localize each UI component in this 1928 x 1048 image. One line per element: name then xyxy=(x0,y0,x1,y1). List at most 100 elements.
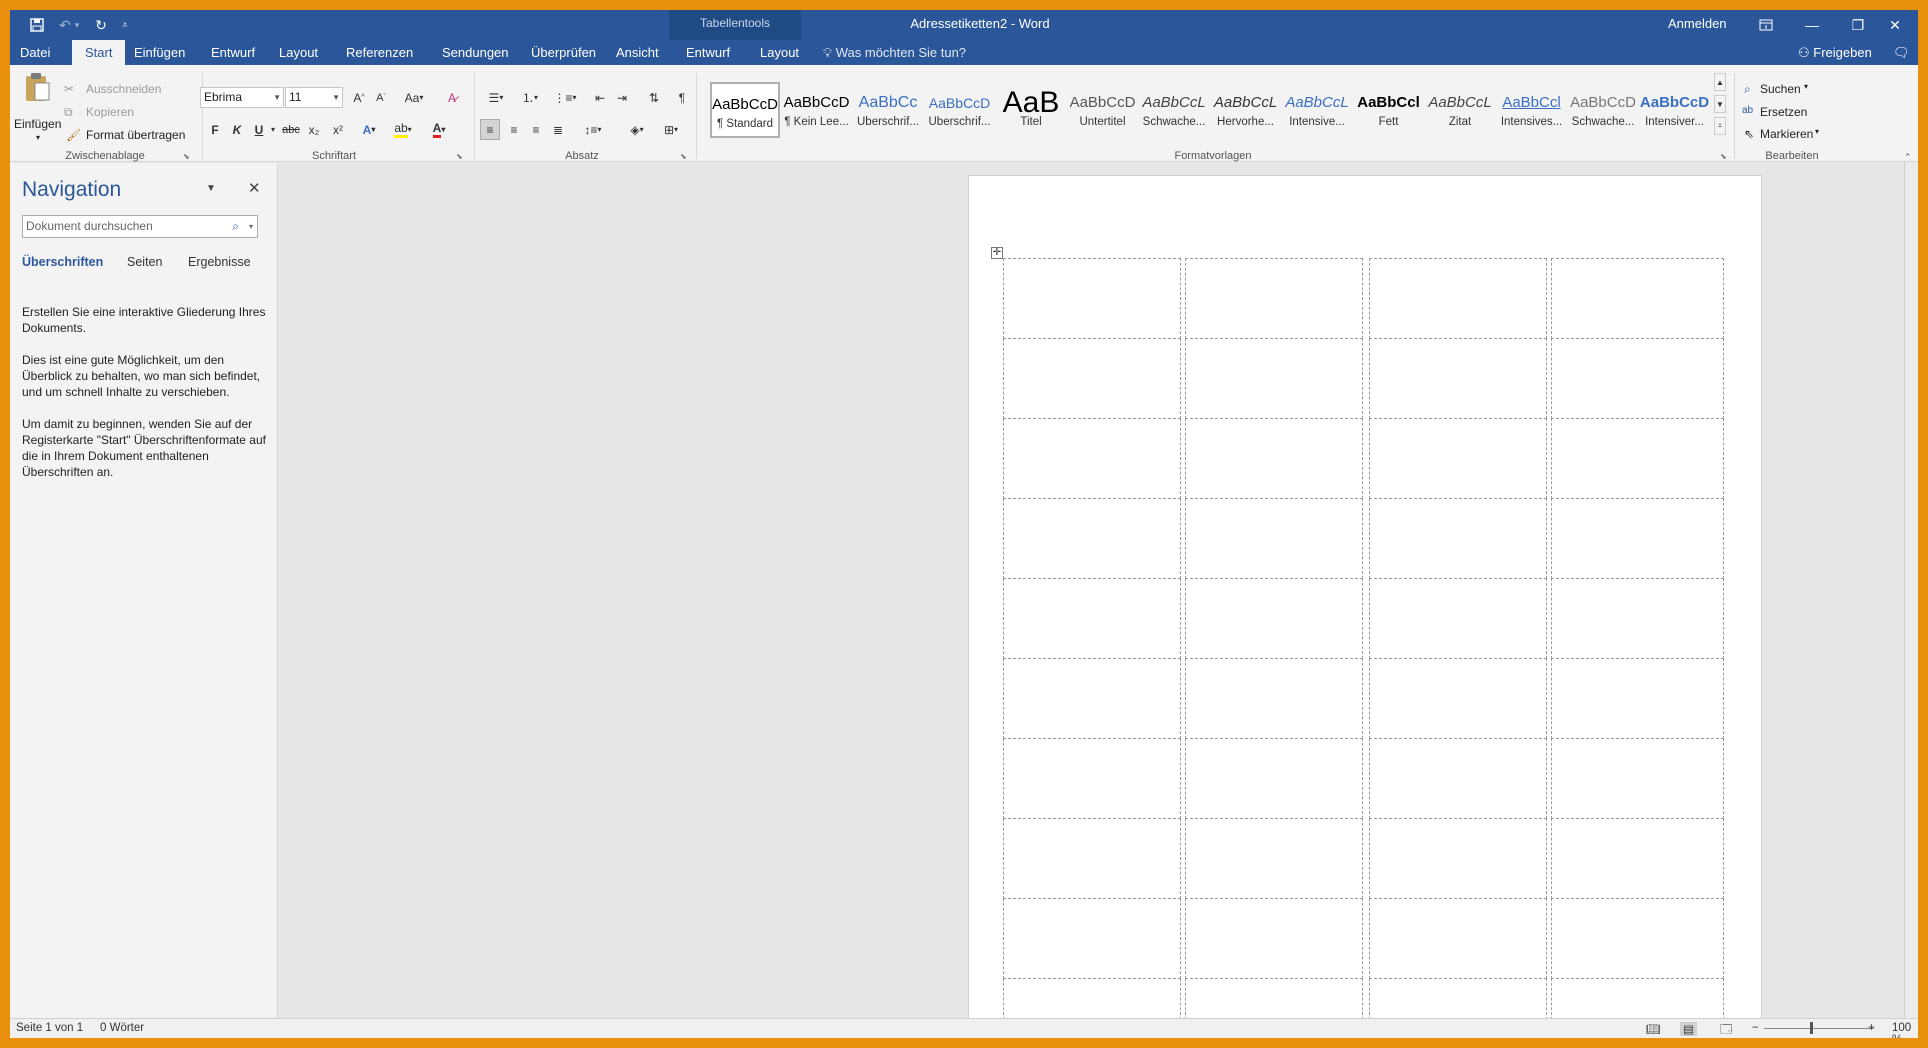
share-button[interactable]: ⚇ Freigeben xyxy=(1798,40,1872,65)
format-painter-button[interactable]: Format übertragen xyxy=(86,128,185,142)
style-9[interactable]: AaBbCcL Intensive... xyxy=(1282,82,1352,138)
clear-formatting-icon[interactable]: A̷ xyxy=(442,87,462,108)
table-move-handle-icon[interactable]: ✛ xyxy=(991,247,1003,259)
zoom-in-icon[interactable]: + xyxy=(1868,1022,1875,1034)
shrink-font-icon[interactable]: Aˇ xyxy=(372,87,390,108)
underline-button[interactable]: U xyxy=(250,119,268,140)
copy-button[interactable]: Kopieren xyxy=(86,105,134,119)
tab-start[interactable]: Start xyxy=(72,40,126,65)
subscript-button[interactable]: x₂ xyxy=(304,119,324,140)
customize-qat-icon[interactable]: ⩡ xyxy=(114,14,136,36)
print-layout-icon[interactable]: ▤ xyxy=(1680,1022,1697,1036)
superscript-button[interactable]: x² xyxy=(328,119,348,140)
style-3[interactable]: AaBbCc Überschrif... xyxy=(853,82,923,138)
font-launcher-icon[interactable]: ⬊ xyxy=(456,152,463,161)
paragraph-launcher-icon[interactable]: ⬊ xyxy=(680,152,687,161)
chevron-down-icon[interactable]: ▾ xyxy=(249,216,253,237)
style-2[interactable]: AaBbCcD ¶ Kein Lee... xyxy=(782,82,852,138)
replace-button[interactable]: Ersetzen xyxy=(1760,105,1807,119)
repeat-icon[interactable]: ↻ xyxy=(90,14,112,36)
label-table[interactable] xyxy=(1003,258,1724,1038)
label-cell[interactable] xyxy=(1369,498,1547,579)
gallery-more-icon[interactable]: ⩡ xyxy=(1714,117,1726,135)
tab-table-design[interactable]: Entwurf xyxy=(676,40,740,65)
label-cell[interactable] xyxy=(1003,898,1181,979)
chevron-down-icon[interactable]: ▾ xyxy=(1804,82,1808,91)
label-cell[interactable] xyxy=(1551,738,1724,819)
font-size-field[interactable]: 11 ▼ xyxy=(285,87,343,108)
label-cell[interactable] xyxy=(1185,258,1363,339)
label-cell[interactable] xyxy=(1369,658,1547,739)
search-icon[interactable]: ⌕ xyxy=(232,216,239,237)
gallery-up-icon[interactable]: ▲ xyxy=(1714,73,1726,91)
zoom-level[interactable]: 100 % xyxy=(1892,1022,1918,1038)
undo-dropdown-icon[interactable]: ▾ xyxy=(72,14,82,36)
styles-launcher-icon[interactable]: ⬊ xyxy=(1720,152,1727,161)
label-cell[interactable] xyxy=(1003,578,1181,659)
comments-icon[interactable]: 🗨︎ xyxy=(1893,40,1910,65)
show-formatting-icon[interactable]: ¶ xyxy=(672,87,692,108)
zoom-slider-thumb[interactable] xyxy=(1810,1022,1813,1034)
cut-button[interactable]: Ausschneiden xyxy=(86,82,161,96)
save-icon[interactable] xyxy=(26,14,48,36)
decrease-indent-icon[interactable]: ⇤ xyxy=(590,87,610,108)
label-cell[interactable] xyxy=(1369,578,1547,659)
style-11[interactable]: AaBbCcL Zitat xyxy=(1425,82,1495,138)
style-12[interactable]: AaBbCcl Intensives... xyxy=(1497,82,1567,138)
align-left-icon[interactable]: ≡ xyxy=(480,119,500,140)
line-spacing-icon[interactable]: ↕≡ ▾ xyxy=(578,119,608,140)
label-cell[interactable] xyxy=(1185,338,1363,419)
strikethrough-button[interactable]: abc xyxy=(280,119,302,140)
borders-icon[interactable]: ⊞ ▾ xyxy=(656,119,686,140)
label-cell[interactable] xyxy=(1185,418,1363,499)
page-count[interactable]: Seite 1 von 1 xyxy=(16,1022,83,1034)
read-mode-icon[interactable]: 📖︎ xyxy=(1646,1022,1661,1036)
label-cell[interactable] xyxy=(1003,658,1181,739)
label-cell[interactable] xyxy=(1185,658,1363,739)
label-cell[interactable] xyxy=(1551,658,1724,739)
style-8[interactable]: AaBbCcL Hervorhe... xyxy=(1211,82,1281,138)
paste-button[interactable]: Einfügen xyxy=(14,117,61,131)
vertical-scrollbar[interactable] xyxy=(1904,162,1918,1018)
label-cell[interactable] xyxy=(1003,258,1181,339)
label-cell[interactable] xyxy=(1369,418,1547,499)
label-cell[interactable] xyxy=(1003,338,1181,419)
shading-icon[interactable]: ◈ ▾ xyxy=(622,119,652,140)
tab-review[interactable]: Überprüfen xyxy=(521,40,606,65)
clipboard-launcher-icon[interactable]: ⬊ xyxy=(183,152,190,161)
style-1[interactable]: AaBbCcD ¶ Standard xyxy=(710,82,780,138)
tab-layout[interactable]: Layout xyxy=(269,40,328,65)
tab-file[interactable]: Datei xyxy=(10,40,60,65)
font-name-field[interactable]: Ebrima ▼ xyxy=(200,87,284,108)
tell-me-box[interactable]: 💡︎ Was möchten Sie tun? xyxy=(823,40,966,65)
label-cell[interactable] xyxy=(1369,258,1547,339)
zoom-out-icon[interactable]: − xyxy=(1752,1022,1759,1034)
select-button[interactable]: Markieren xyxy=(1760,127,1813,141)
style-13[interactable]: AaBbCcD Schwache... xyxy=(1568,82,1638,138)
label-cell[interactable] xyxy=(1003,498,1181,579)
label-cell[interactable] xyxy=(1551,498,1724,579)
label-cell[interactable] xyxy=(1551,578,1724,659)
find-button[interactable]: Suchen xyxy=(1760,82,1801,96)
label-cell[interactable] xyxy=(1551,258,1724,339)
style-4[interactable]: AaBbCcD Überschrif... xyxy=(925,82,995,138)
document-page[interactable]: ✛ xyxy=(968,175,1762,1038)
paste-icon[interactable] xyxy=(22,71,52,103)
tab-design[interactable]: Entwurf xyxy=(201,40,265,65)
label-cell[interactable] xyxy=(1369,818,1547,899)
style-5[interactable]: AaB Titel xyxy=(996,82,1066,138)
tab-references[interactable]: Referenzen xyxy=(336,40,423,65)
web-layout-icon[interactable]: 🗔 xyxy=(1720,1022,1732,1038)
bold-button[interactable]: F xyxy=(206,119,224,140)
style-10[interactable]: AaBbCcl Fett xyxy=(1354,82,1424,138)
italic-button[interactable]: K xyxy=(228,119,246,140)
label-cell[interactable] xyxy=(1551,418,1724,499)
numbering-icon[interactable]: ⒈ ▾ xyxy=(516,87,544,108)
justify-icon[interactable]: ≣ xyxy=(548,119,568,140)
search-input[interactable]: Dokument durchsuchen ⌕ ▾ xyxy=(22,215,258,238)
label-cell[interactable] xyxy=(1185,818,1363,899)
label-cell[interactable] xyxy=(1185,898,1363,979)
zoom-slider[interactable] xyxy=(1764,1028,1874,1029)
underline-dropdown-icon[interactable]: ▾ xyxy=(268,119,278,140)
style-7[interactable]: AaBbCcL Schwache... xyxy=(1139,82,1209,138)
